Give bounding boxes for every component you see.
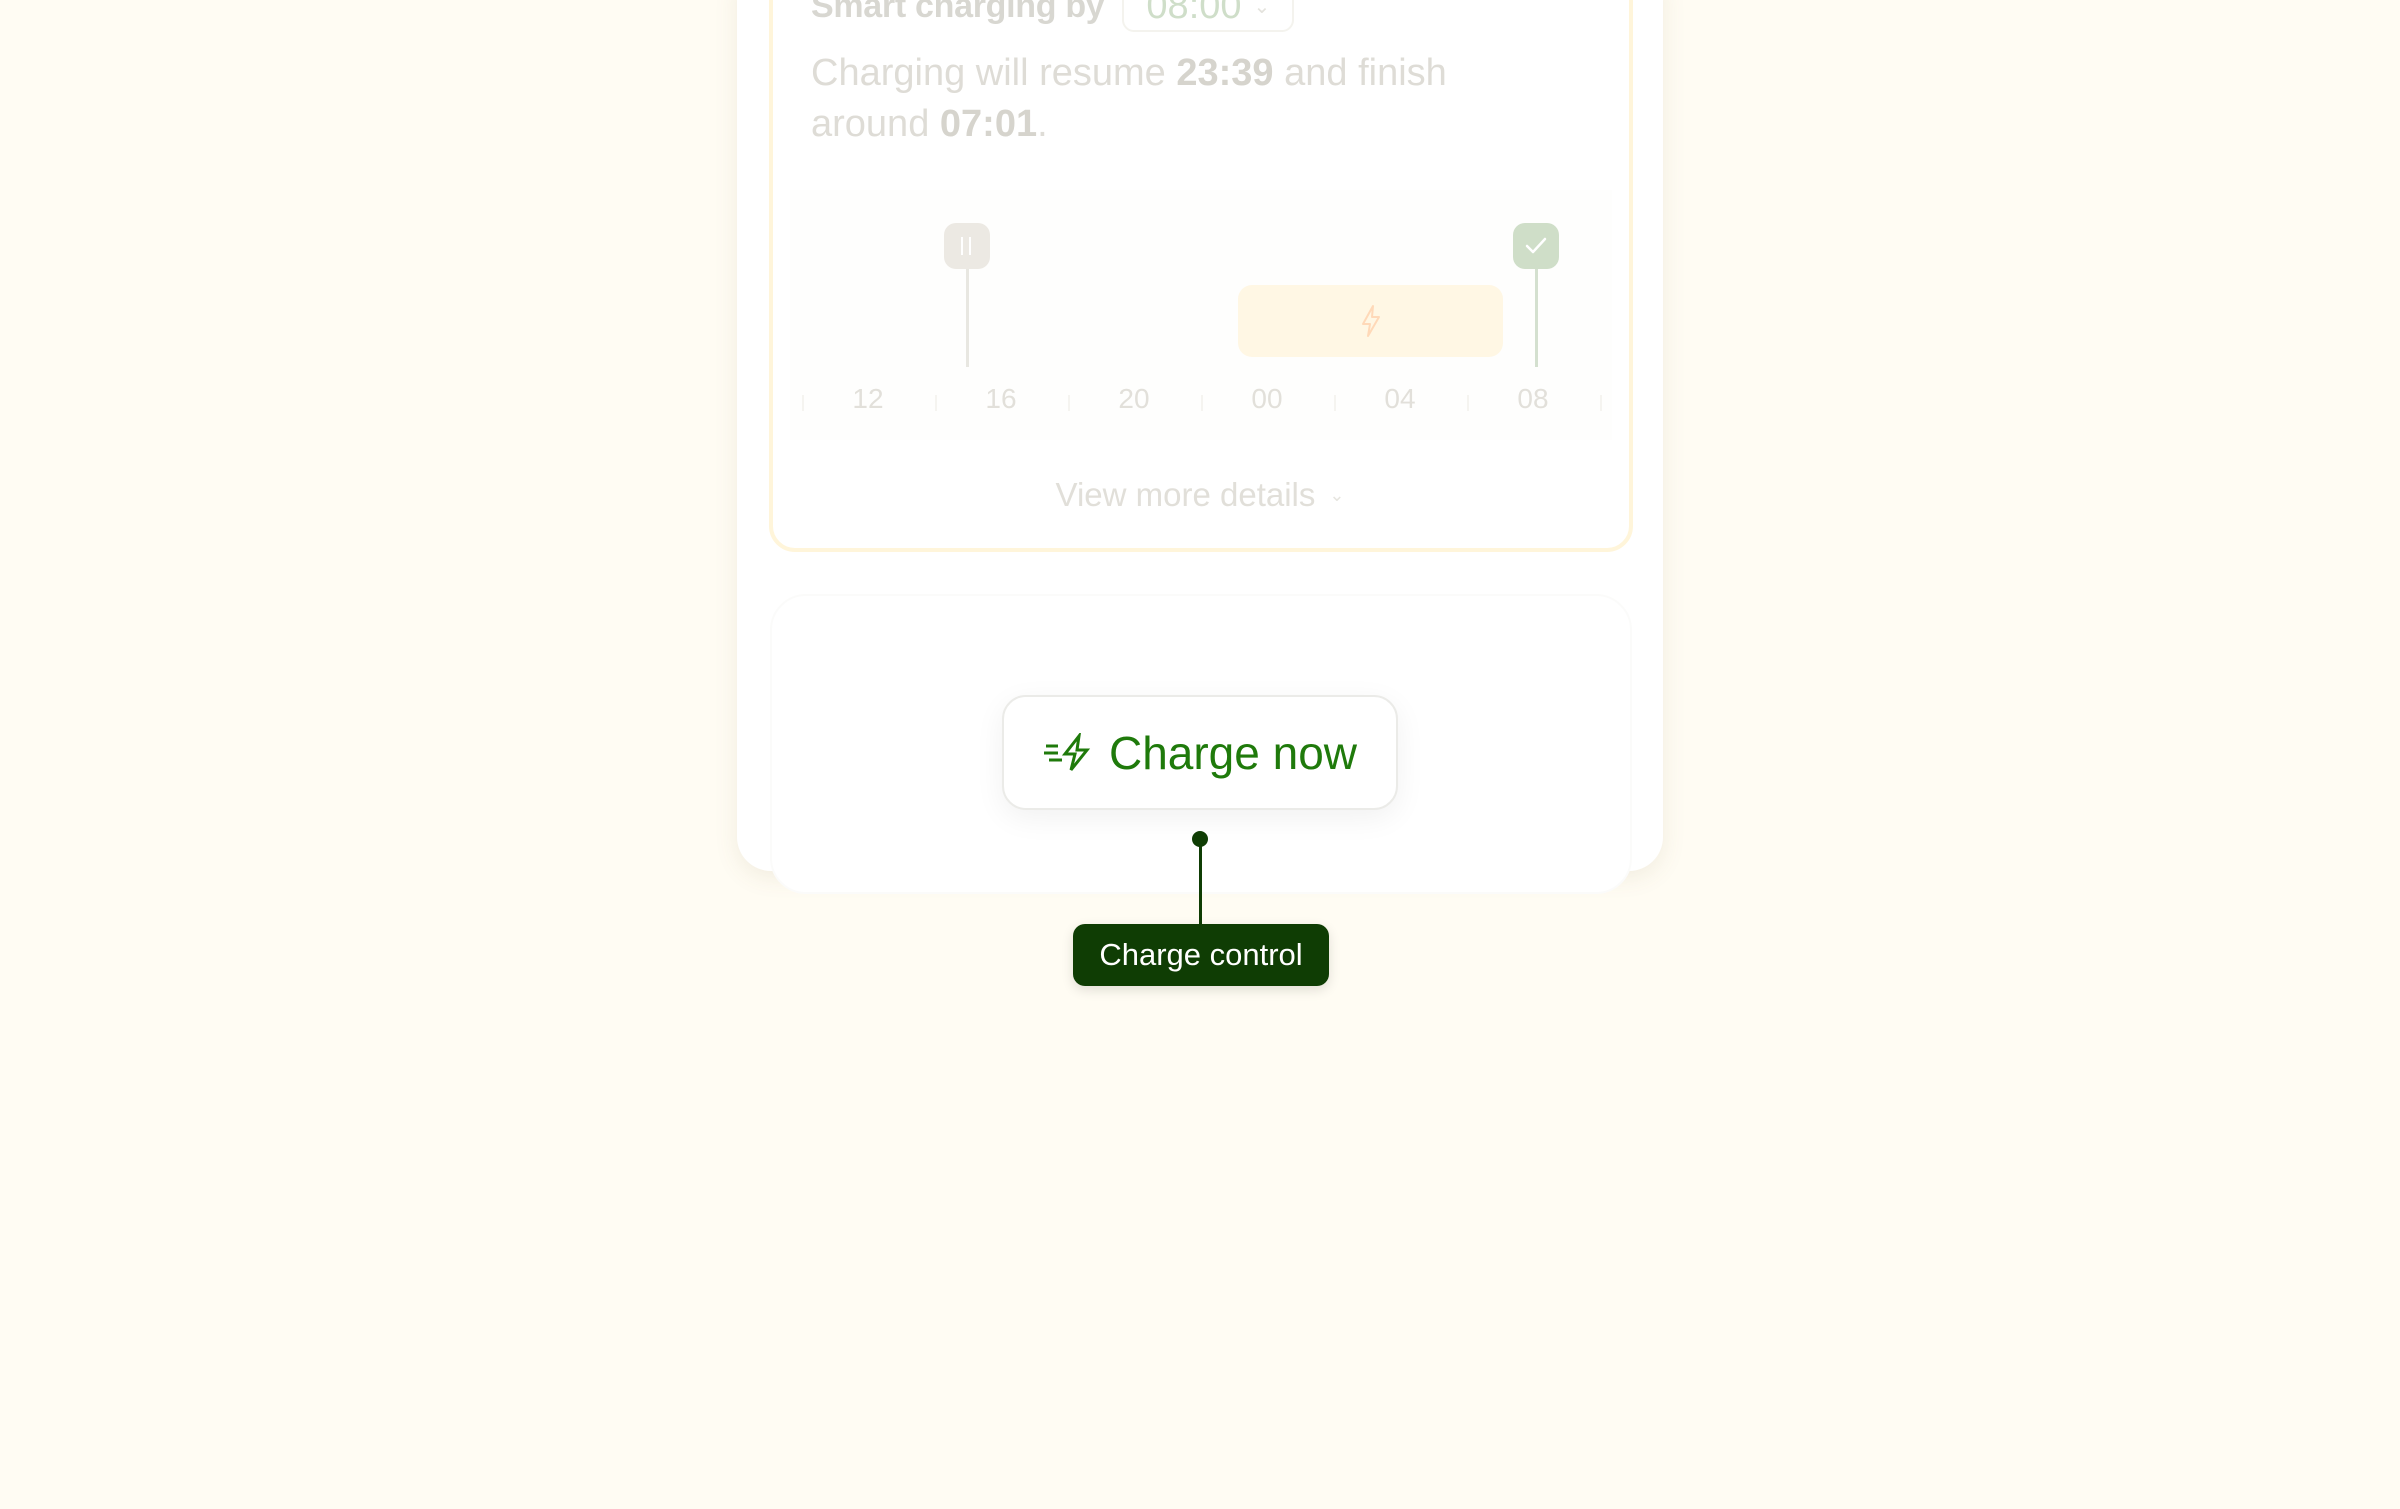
target-time-value: 08:00 [1146, 0, 1242, 27]
tick-label-08: 08 [1517, 383, 1549, 414]
tick-label-16: 16 [985, 383, 1017, 414]
pause-icon [961, 237, 971, 255]
fast-charge-icon [1043, 732, 1091, 771]
tick-label-12: 12 [852, 383, 884, 414]
tick-mark [935, 395, 937, 411]
charging-description: Charging will resume 23:39 and finish ar… [811, 48, 1511, 150]
tick-mark [1334, 395, 1336, 411]
tick-mark [1600, 395, 1602, 411]
timeline-axis: 12 16 20 00 04 08 [790, 383, 1612, 423]
view-more-label: View more details [1055, 476, 1316, 513]
chevron-down-icon: ⌄ [1329, 484, 1345, 505]
pause-marker[interactable] [944, 223, 990, 269]
description-prefix: Charging will resume [811, 52, 1177, 94]
target-time-select[interactable]: 08:00 ⌄ [1122, 0, 1295, 32]
charge-control-callout: Charge control [1073, 924, 1329, 986]
callout-connector [1199, 840, 1202, 926]
tick-mark [802, 395, 804, 411]
tick-label-04: 04 [1384, 383, 1416, 414]
smart-charging-title: Smart charging by [811, 0, 1105, 25]
target-marker[interactable] [1513, 223, 1559, 269]
pause-marker-line [966, 269, 969, 367]
target-marker-line [1535, 269, 1538, 367]
tick-mark [1068, 395, 1070, 411]
charging-timeline: 12 16 20 00 04 08 [790, 190, 1612, 440]
view-more-details-link[interactable]: View more details ⌄ [0, 476, 2400, 514]
tick-label-00: 00 [1251, 383, 1283, 414]
tick-mark [1201, 395, 1203, 411]
finish-time: 07:01 [939, 103, 1038, 145]
charge-now-button[interactable]: Charge now [1002, 695, 1398, 810]
resume-time: 23:39 [1176, 52, 1274, 94]
description-suffix: . [1037, 103, 1048, 145]
chevron-down-icon: ⌄ [1253, 0, 1271, 18]
charge-now-label: Charge now [1108, 726, 1358, 779]
tick-label-20: 20 [1118, 383, 1150, 414]
check-icon [1525, 237, 1547, 254]
smart-charging-header: Smart charging by 08:00 ⌄ [811, 0, 1295, 32]
tick-mark [1467, 395, 1469, 411]
charge-window [1238, 285, 1503, 357]
lightning-icon [1361, 305, 1380, 337]
